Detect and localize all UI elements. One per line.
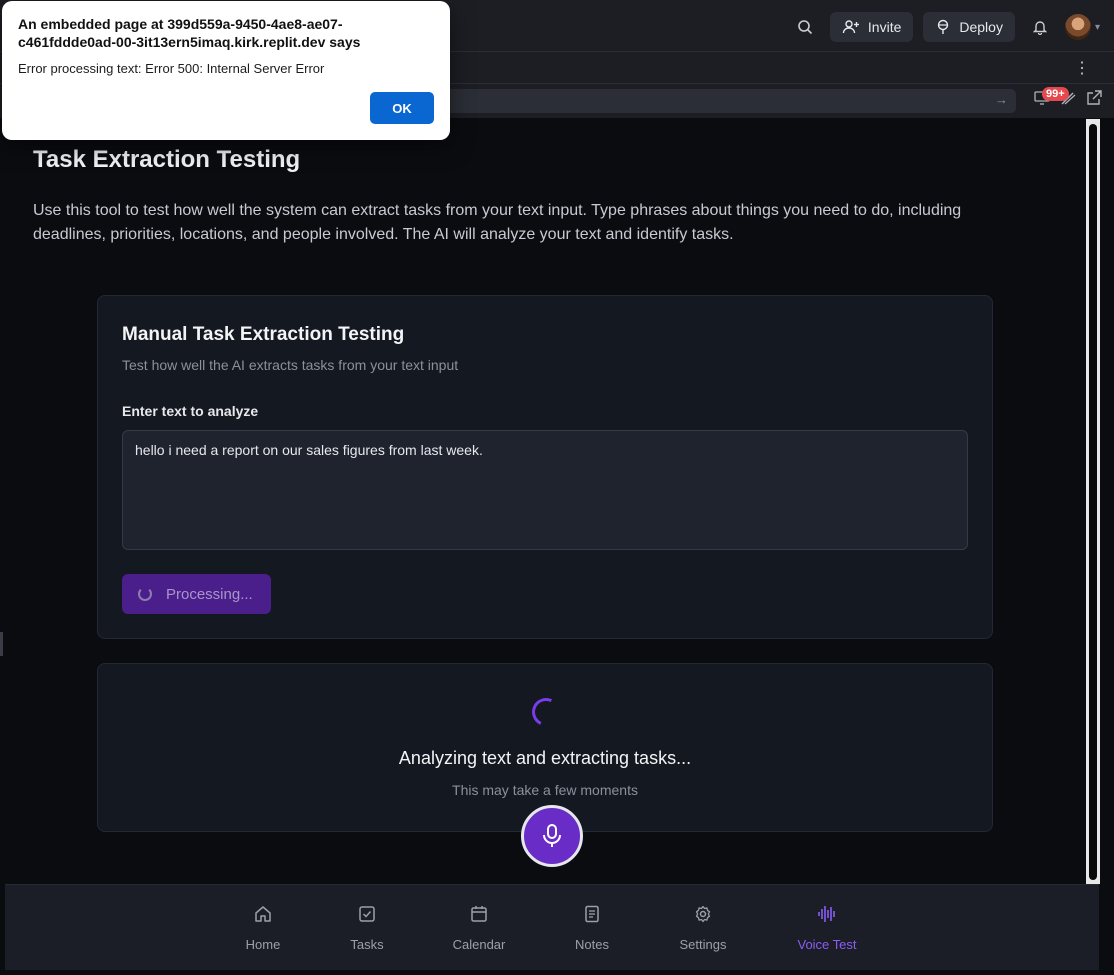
check-square-icon	[359, 906, 375, 922]
nav-label: Calendar	[452, 937, 506, 952]
nav-item-settings[interactable]: Settings	[658, 905, 748, 952]
notification-count-badge: 99+	[1042, 87, 1069, 101]
arrow-right-icon[interactable]: →	[995, 92, 1008, 107]
nav-label: Tasks	[350, 937, 384, 952]
text-to-analyze-input[interactable]: hello i need a report on our sales figur…	[122, 430, 968, 550]
deploy-label: Deploy	[959, 19, 1003, 35]
alert-dialog: An embedded page at 399d559a-9450-4ae8-a…	[2, 1, 450, 140]
nav-item-home[interactable]: Home	[218, 905, 308, 952]
app-viewport: Task Extraction Testing Use this tool to…	[5, 119, 1099, 884]
process-button[interactable]: Processing...	[122, 574, 271, 614]
manual-extraction-card: Manual Task Extraction Testing Test how …	[97, 295, 993, 639]
bottom-navigation: Home Tasks Calendar Notes Settings Voice…	[5, 884, 1099, 970]
text-input-label: Enter text to analyze	[122, 403, 259, 419]
loading-spinner-icon	[138, 587, 152, 601]
account-menu[interactable]: ▾	[1064, 14, 1100, 40]
calendar-icon	[471, 906, 487, 922]
page-title: Task Extraction Testing	[33, 146, 301, 173]
bell-icon	[1032, 21, 1048, 35]
loading-spinner-icon	[528, 694, 564, 730]
avatar	[1064, 14, 1091, 40]
waveform-icon	[818, 906, 835, 922]
chevron-down-icon: ▾	[1094, 21, 1100, 33]
page-description: Use this tool to test how well the syste…	[33, 202, 962, 243]
deploy-icon	[938, 19, 949, 34]
nav-item-notes[interactable]: Notes	[547, 905, 637, 952]
search-button[interactable]	[790, 12, 820, 42]
header-actions: Invite Deploy ▾	[790, 12, 1100, 42]
nav-item-voice-test[interactable]: Voice Test	[782, 905, 872, 952]
dialog-message: Error processing text: Error 500: Intern…	[18, 61, 325, 76]
analyzing-title: Analyzing text and extracting tasks...	[398, 748, 692, 768]
nav-label: Voice Test	[797, 937, 857, 952]
search-icon	[798, 20, 812, 35]
scrollbar-thumb[interactable]	[1089, 124, 1097, 880]
nav-label: Notes	[575, 937, 609, 952]
more-options-icon[interactable]: ⋮	[1074, 58, 1090, 78]
invite-label: Invite	[867, 19, 902, 35]
dialog-title: An embedded page at 399d559a-9450-4ae8-a…	[18, 16, 361, 50]
microphone-icon	[543, 824, 561, 847]
ok-button[interactable]: OK	[370, 92, 434, 124]
invite-button[interactable]: Invite	[829, 12, 914, 42]
notifications-button[interactable]	[1025, 12, 1055, 42]
process-button-label: Processing...	[166, 585, 253, 603]
user-plus-icon	[842, 20, 859, 34]
gear-icon	[695, 905, 711, 923]
home-icon	[255, 906, 271, 922]
nav-item-calendar[interactable]: Calendar	[434, 905, 524, 952]
nav-label: Home	[245, 937, 281, 952]
nav-label: Settings	[679, 937, 727, 952]
card-subtitle: Test how well the AI extracts tasks from…	[122, 357, 459, 373]
external-link-icon[interactable]	[1086, 90, 1102, 106]
notes-icon	[585, 905, 599, 923]
pane-resize-handle[interactable]	[0, 632, 3, 656]
analyzing-subtitle: This may take a few moments	[452, 782, 638, 798]
deploy-button[interactable]: Deploy	[923, 12, 1015, 42]
voice-record-button[interactable]	[521, 805, 583, 867]
card-title: Manual Task Extraction Testing	[122, 324, 405, 345]
url-input[interactable]: →	[410, 89, 1016, 113]
nav-item-tasks[interactable]: Tasks	[322, 905, 412, 952]
